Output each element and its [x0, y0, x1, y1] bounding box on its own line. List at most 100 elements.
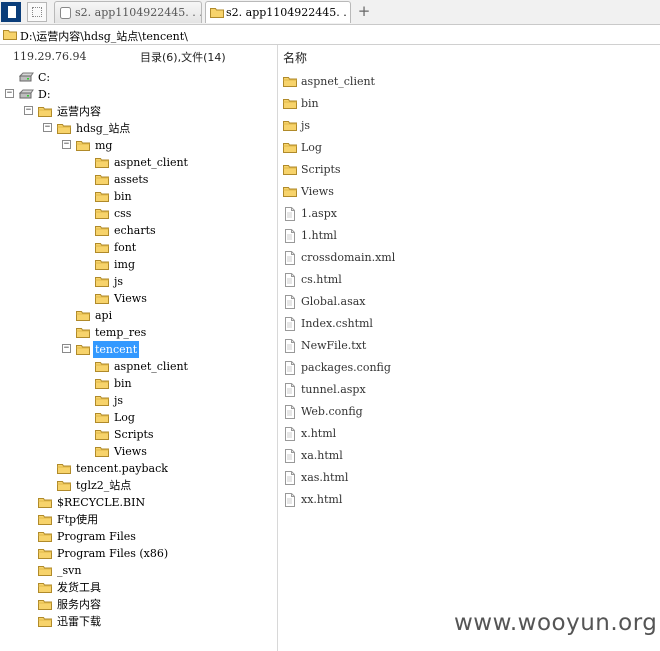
- file-name: Web.config: [301, 405, 363, 418]
- folder-icon: [283, 165, 297, 175]
- tree-folder[interactable]: css: [0, 205, 277, 222]
- file-name: Scripts: [301, 163, 341, 176]
- tree-item-label: echarts: [114, 224, 156, 237]
- tree-item-label: img: [114, 258, 135, 271]
- file-row[interactable]: crossdomain.xml: [283, 248, 653, 268]
- panel-toggle-icon[interactable]: [1, 2, 21, 22]
- tree-folder[interactable]: − 运营内容: [0, 103, 277, 120]
- tree-item-label: 运营内容: [57, 105, 101, 118]
- tree-folder[interactable]: aspnet_client: [0, 154, 277, 171]
- file-name: xas.html: [301, 471, 349, 484]
- tree-folder[interactable]: Views: [0, 443, 277, 460]
- tree-folder[interactable]: 迅雷下载: [0, 613, 277, 630]
- tree-folder[interactable]: js: [0, 273, 277, 290]
- tree-folder[interactable]: _svn: [0, 562, 277, 579]
- tree-item-label: Log: [114, 411, 135, 424]
- tree-folder[interactable]: Ftp使用: [0, 511, 277, 528]
- collapse-toggle-icon[interactable]: −: [62, 344, 71, 353]
- tree-drive[interactable]: − D:: [0, 86, 277, 103]
- add-tab-button[interactable]: +: [356, 2, 372, 20]
- server-ip: 119.29.76.94: [13, 50, 87, 63]
- file-row[interactable]: xas.html: [283, 468, 653, 488]
- file-row[interactable]: Web.config: [283, 402, 653, 422]
- collapse-toggle-icon[interactable]: −: [5, 89, 14, 98]
- file-row[interactable]: x.html: [283, 424, 653, 444]
- tree-folder[interactable]: aspnet_client: [0, 358, 277, 375]
- folder-icon: [95, 260, 109, 270]
- tree-header: 119.29.76.94 目录(6),文件(14): [0, 45, 277, 67]
- tree-folder[interactable]: js: [0, 392, 277, 409]
- file-name: cs.html: [301, 273, 342, 286]
- tab-session-1[interactable]: s2. app1104922445. . . . .: [54, 1, 202, 23]
- file-row[interactable]: xx.html: [283, 490, 653, 510]
- tree-item-label: bin: [114, 190, 132, 203]
- file-name: xx.html: [301, 493, 343, 506]
- tree-folder[interactable]: bin: [0, 188, 277, 205]
- tree-folder[interactable]: 发货工具: [0, 579, 277, 596]
- file-row[interactable]: 1.html: [283, 226, 653, 246]
- file-row[interactable]: cs.html: [283, 270, 653, 290]
- file-row[interactable]: xa.html: [283, 446, 653, 466]
- folder-row[interactable]: bin: [283, 94, 653, 114]
- tree-folder[interactable]: font: [0, 239, 277, 256]
- tree-folder[interactable]: Log: [0, 409, 277, 426]
- tree-folder[interactable]: 服务内容: [0, 596, 277, 613]
- file-row[interactable]: NewFile.txt: [283, 336, 653, 356]
- tree-item-label: aspnet_client: [114, 156, 188, 169]
- folder-icon: [38, 600, 52, 610]
- tree-item-label: tencent: [93, 341, 140, 358]
- selection-icon[interactable]: [27, 2, 47, 22]
- directory-tree-pane: 119.29.76.94 目录(6),文件(14) C: − D: − 运营内容 − hds…: [0, 45, 278, 651]
- file-row[interactable]: packages.config: [283, 358, 653, 378]
- folder-icon: [95, 413, 109, 423]
- folder-icon: [38, 583, 52, 593]
- name-column-header[interactable]: 名称: [283, 49, 307, 66]
- tree-item-label: $RECYCLE.BIN: [57, 496, 146, 509]
- collapse-toggle-icon[interactable]: −: [43, 123, 52, 132]
- folder-row[interactable]: Views: [283, 182, 653, 202]
- tree-folder[interactable]: tencent.payback: [0, 460, 277, 477]
- tree-folder[interactable]: − mg: [0, 137, 277, 154]
- tree-folder[interactable]: api: [0, 307, 277, 324]
- tree-folder[interactable]: Program Files (x86): [0, 545, 277, 562]
- tree-folder[interactable]: assets: [0, 171, 277, 188]
- file-icon: [285, 493, 295, 507]
- tree-folder[interactable]: $RECYCLE.BIN: [0, 494, 277, 511]
- drive-icon: [19, 72, 34, 82]
- tree-folder[interactable]: Program Files: [0, 528, 277, 545]
- tree-folder[interactable]: bin: [0, 375, 277, 392]
- folder-row[interactable]: Log: [283, 138, 653, 158]
- collapse-toggle-icon[interactable]: −: [24, 106, 33, 115]
- file-row[interactable]: tunnel.aspx: [283, 380, 653, 400]
- file-name: x.html: [301, 427, 337, 440]
- tree-item-label: aspnet_client: [114, 360, 188, 373]
- folder-icon: [57, 464, 71, 474]
- tree-folder[interactable]: − tencent: [0, 341, 277, 358]
- tab-session-2[interactable]: s2. app1104922445. . . . .: [205, 1, 351, 23]
- folder-icon: [38, 107, 52, 117]
- folder-icon: [76, 345, 90, 355]
- tree-folder[interactable]: echarts: [0, 222, 277, 239]
- file-icon: [285, 251, 295, 265]
- file-row[interactable]: Global.asax: [283, 292, 653, 312]
- tree-folder[interactable]: img: [0, 256, 277, 273]
- file-row[interactable]: Index.cshtml: [283, 314, 653, 334]
- folder-row[interactable]: Scripts: [283, 160, 653, 180]
- folder-row[interactable]: aspnet_client: [283, 72, 653, 92]
- tree-folder[interactable]: Views: [0, 290, 277, 307]
- folder-icon: [57, 124, 71, 134]
- tree-drive[interactable]: C:: [0, 69, 277, 86]
- tree-folder[interactable]: Scripts: [0, 426, 277, 443]
- folder-row[interactable]: js: [283, 116, 653, 136]
- tree-item-label: Program Files: [57, 530, 136, 543]
- file-icon: [285, 449, 295, 463]
- tree-folder[interactable]: tglz2_站点: [0, 477, 277, 494]
- collapse-toggle-icon[interactable]: −: [62, 140, 71, 149]
- tree-folder[interactable]: temp_res: [0, 324, 277, 341]
- file-icon: [285, 317, 295, 331]
- tab-label: s2. app1104922445. . . . .: [75, 6, 201, 19]
- tree-folder[interactable]: − hdsg_站点: [0, 120, 277, 137]
- path-bar[interactable]: D:\运营内容\hdsg_站点\tencent\: [0, 25, 660, 45]
- tree-item-label: font: [114, 241, 137, 254]
- file-row[interactable]: 1.aspx: [283, 204, 653, 224]
